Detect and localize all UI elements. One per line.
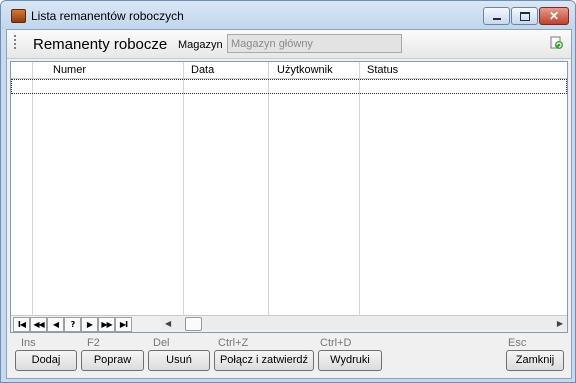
last-record-button[interactable]: ▶I <box>115 317 132 332</box>
column-divider <box>268 62 269 332</box>
close-window-button[interactable]: Zamknij <box>506 350 564 371</box>
col-header-numer[interactable]: Numer <box>53 64 86 76</box>
window: Lista remanentów roboczych ✕ Remanenty r… <box>0 0 576 383</box>
inventory-box-icon <box>11 9 26 23</box>
first-record-button[interactable]: I◀ <box>13 317 30 332</box>
col-header-status[interactable]: Status <box>367 64 398 76</box>
maximize-button[interactable] <box>511 7 538 25</box>
delete-button[interactable]: Usuń <box>148 350 210 371</box>
window-title: Lista remanentów roboczych <box>31 9 184 23</box>
column-divider <box>183 62 184 332</box>
table-header: Numer Data Użytkownik Status <box>11 62 567 79</box>
maximize-icon <box>519 11 530 21</box>
scroll-right-icon[interactable]: ▶ <box>557 317 563 330</box>
scroll-thumb[interactable] <box>185 317 202 331</box>
prev-page-button[interactable]: ◀◀ <box>30 317 47 332</box>
shortcut-del: Del <box>153 337 170 349</box>
client-area: Remanenty robocze Magazyn Numer Data Uży… <box>6 29 572 379</box>
refresh-document-icon[interactable] <box>550 36 564 50</box>
magazyn-label: Magazyn <box>178 39 223 51</box>
page-title: Remanenty robocze <box>33 36 168 53</box>
column-divider <box>32 62 33 332</box>
next-record-button[interactable]: ▶ <box>81 317 98 332</box>
col-header-data[interactable]: Data <box>191 64 214 76</box>
toolbar: Remanenty robocze Magazyn <box>7 30 571 59</box>
remanent-table[interactable]: Numer Data Użytkownik Status I◀ ◀◀ ◀ ? ▶… <box>10 61 568 333</box>
shortcut-esc: Esc <box>508 337 527 349</box>
shortcut-ctrl-d: Ctrl+D <box>320 337 352 349</box>
search-record-button[interactable]: ? <box>64 317 81 332</box>
minimize-icon <box>492 18 501 20</box>
scroll-left-icon[interactable]: ◀ <box>165 317 171 330</box>
title-bar[interactable]: Lista remanentów roboczych ✕ <box>1 1 575 29</box>
prev-record-button[interactable]: ◀ <box>47 317 64 332</box>
shortcut-f2: F2 <box>87 337 100 349</box>
magazyn-field[interactable] <box>227 34 402 53</box>
shortcut-ctrl-z: Ctrl+Z <box>218 337 249 349</box>
table-row[interactable] <box>11 79 567 94</box>
next-page-button[interactable]: ▶▶ <box>98 317 115 332</box>
col-header-uzytkownik[interactable]: Użytkownik <box>277 64 333 76</box>
toolbar-grip[interactable] <box>14 35 16 51</box>
column-divider <box>359 62 360 332</box>
merge-approve-button[interactable]: Połącz i zatwierdź <box>214 350 314 371</box>
print-button[interactable]: Wydruki <box>318 350 382 371</box>
add-button[interactable]: Dodaj <box>15 350 77 371</box>
edit-button[interactable]: Popraw <box>81 350 144 371</box>
horizontal-scrollbar[interactable]: ◀ ▶ <box>161 317 567 331</box>
close-icon: ✕ <box>548 9 560 23</box>
record-navigator: I◀ ◀◀ ◀ ? ▶ ▶▶ ▶I ◀ ▶ <box>11 315 567 332</box>
shortcut-ins: Ins <box>21 337 36 349</box>
minimize-button[interactable] <box>483 7 510 25</box>
close-button[interactable]: ✕ <box>539 7 569 25</box>
